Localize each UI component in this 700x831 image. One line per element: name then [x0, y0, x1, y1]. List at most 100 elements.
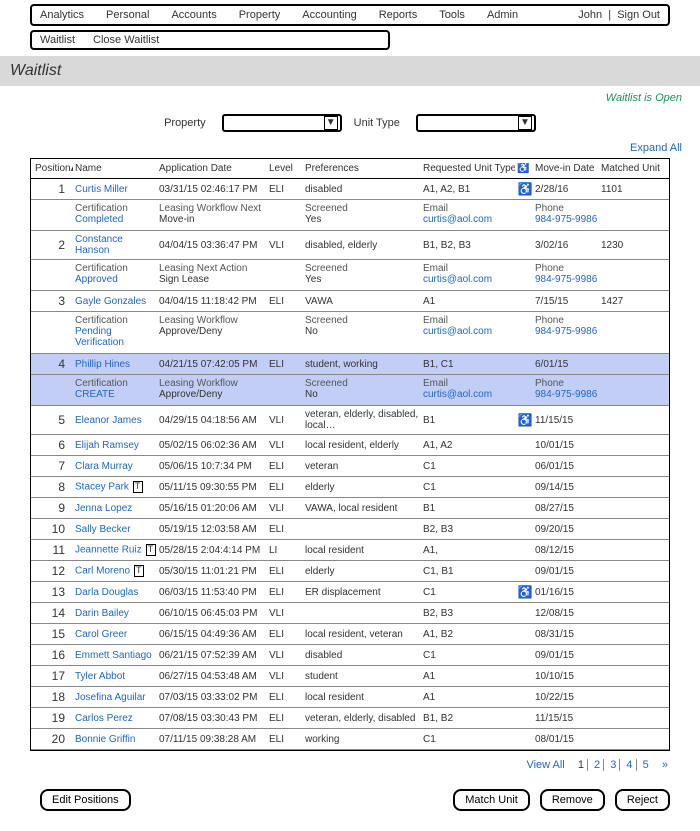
applicant-link[interactable]: Darla Douglas [75, 587, 138, 598]
table-row[interactable]: 10Sally Becker05/19/15 12:03:58 AMELIB2,… [31, 519, 669, 540]
nav-personal[interactable]: Personal [106, 9, 149, 21]
remove-button[interactable]: Remove [540, 789, 605, 811]
applicant-link[interactable]: Tyler Abbot [75, 671, 125, 682]
table-row[interactable]: 1Curtis Miller03/31/15 02:46:17 PMELIdis… [31, 179, 669, 200]
row-level: VLI [269, 650, 303, 661]
match-unit-button[interactable]: Match Unit [453, 789, 530, 811]
nav-analytics[interactable]: Analytics [40, 9, 84, 21]
email-link[interactable]: curtis@aol.com [423, 389, 515, 400]
subnav-waitlist[interactable]: Waitlist [40, 34, 75, 46]
expand-all-link[interactable]: Expand All [630, 142, 682, 154]
table-row[interactable]: 15Carol Greer06/15/15 04:49:36 AMELIloca… [31, 624, 669, 645]
table-row[interactable]: 20Bonnie Griffin07/11/15 09:38:28 AMELIw… [31, 729, 669, 750]
unit-type-select[interactable]: ▼ [416, 114, 536, 132]
wheelchair-icon: ♿ [518, 585, 533, 599]
row-requested-type: A1 [423, 296, 515, 307]
table-row[interactable]: 7Clara Murray05/06/15 10:7:34 PMELIveter… [31, 456, 669, 477]
row-name-cell: Clara Murray [75, 461, 157, 472]
view-all-link[interactable]: View All [526, 759, 564, 771]
table-row[interactable]: 5Eleanor James04/29/15 04:18:56 AMVLIvet… [31, 406, 669, 435]
cert-status-link[interactable]: Completed [75, 214, 157, 225]
table-row[interactable]: 9Jenna Lopez05/16/15 01:20:06 AMVLIVAWA,… [31, 498, 669, 519]
applicant-link[interactable]: Gayle Gonzales [75, 296, 146, 307]
applicant-link[interactable]: Carlos Perez [75, 713, 133, 724]
applicant-link[interactable]: Carol Greer [75, 629, 127, 640]
applicant-link[interactable]: Curtis Miller [75, 184, 128, 195]
applicant-link[interactable]: Bonnie Griffin [75, 734, 135, 745]
col-app-date[interactable]: Application Date [159, 163, 267, 174]
applicant-link[interactable]: Constance Hanson [75, 234, 123, 256]
phone-link[interactable]: 984-975-9986 [535, 389, 661, 400]
applicant-link[interactable]: Eleanor James [75, 415, 142, 426]
nav-property[interactable]: Property [239, 9, 281, 21]
edit-positions-button[interactable]: Edit Positions [40, 789, 131, 811]
applicant-link[interactable]: Stacey Park [75, 482, 129, 493]
leasing-value: Move-in [159, 214, 267, 225]
table-row[interactable]: 6Elijah Ramsey05/02/15 06:02:36 AMVLIloc… [31, 435, 669, 456]
footer-buttons: Edit Positions Match Unit Remove Reject [0, 779, 700, 831]
col-preferences[interactable]: Preferences [305, 163, 421, 174]
cert-status-link[interactable]: Pending Verification [75, 326, 157, 348]
table-row[interactable]: 17Tyler Abbot06/27/15 04:53:48 AMVLIstud… [31, 666, 669, 687]
email-link[interactable]: curtis@aol.com [423, 326, 515, 337]
page-3[interactable]: 3 [610, 759, 616, 771]
note-icon[interactable] [133, 481, 143, 493]
subnav-close-waitlist[interactable]: Close Waitlist [93, 34, 159, 46]
applicant-link[interactable]: Carl Moreno [75, 566, 130, 577]
table-row[interactable]: 8Stacey Park05/11/15 09:30:55 PMELIelder… [31, 477, 669, 498]
row-name-cell: Bonnie Griffin [75, 734, 157, 745]
applicant-link[interactable]: Josefina Aguilar [75, 692, 146, 703]
reject-button[interactable]: Reject [615, 789, 670, 811]
email-link[interactable]: curtis@aol.com [423, 274, 515, 285]
nav-tools[interactable]: Tools [439, 9, 465, 21]
nav-admin[interactable]: Admin [487, 9, 518, 21]
table-row[interactable]: 18Josefina Aguilar07/03/15 03:33:02 PMEL… [31, 687, 669, 708]
phone-link[interactable]: 984-975-9986 [535, 274, 661, 285]
applicant-link[interactable]: Jenna Lopez [75, 503, 132, 514]
nav-reports[interactable]: Reports [379, 9, 418, 21]
nav-accounting[interactable]: Accounting [302, 9, 356, 21]
col-name[interactable]: Name [75, 163, 157, 174]
email-link[interactable]: curtis@aol.com [423, 214, 515, 225]
col-level[interactable]: Level [269, 163, 303, 174]
property-select[interactable]: ▼ [222, 114, 342, 132]
row-position: 20 [35, 732, 73, 746]
table-row[interactable]: 3Gayle Gonzales04/04/15 11:18:42 PMELIVA… [31, 291, 669, 312]
table-row[interactable]: 14Darin Bailey06/10/15 06:45:03 PMVLIB2,… [31, 603, 669, 624]
table-row[interactable]: 19Carlos Perez07/08/15 03:30:43 PMELIvet… [31, 708, 669, 729]
applicant-link[interactable]: Elijah Ramsey [75, 440, 139, 451]
page-1[interactable]: 1 [578, 759, 584, 771]
table-row[interactable]: 13Darla Douglas06/03/15 11:53:40 PMELIER… [31, 582, 669, 603]
table-row[interactable]: 2Constance Hanson04/04/15 03:36:47 PMVLI… [31, 231, 669, 260]
table-row[interactable]: 4Phillip Hines04/21/15 07:42:05 PMELIstu… [31, 354, 669, 375]
cert-status-link[interactable]: Approved [75, 274, 157, 285]
row-movein: 11/15/15 [535, 415, 599, 426]
applicant-link[interactable]: Sally Becker [75, 524, 131, 535]
applicant-link[interactable]: Emmett Santiago [75, 650, 152, 661]
note-icon[interactable] [146, 544, 156, 556]
page-4[interactable]: 4 [626, 759, 632, 771]
page-next[interactable]: » [662, 759, 668, 771]
applicant-link[interactable]: Clara Murray [75, 461, 133, 472]
row-requested-type: B1 [423, 503, 515, 514]
sign-out-link[interactable]: Sign Out [617, 9, 660, 21]
table-row[interactable]: 16Emmett Santiago06/21/15 07:52:39 AMVLI… [31, 645, 669, 666]
page-2[interactable]: 2 [594, 759, 600, 771]
page-5[interactable]: 5 [643, 759, 649, 771]
applicant-link[interactable]: Phillip Hines [75, 359, 130, 370]
applicant-link[interactable]: Jeannette Ruiz [75, 545, 142, 556]
nav-accounts[interactable]: Accounts [171, 9, 216, 21]
row-position: 17 [35, 669, 73, 683]
note-icon[interactable] [134, 565, 144, 577]
col-movein[interactable]: Move-in Date [535, 163, 599, 174]
cert-status-link[interactable]: CREATE [75, 389, 157, 400]
phone-link[interactable]: 984-975-9986 [535, 214, 661, 225]
table-row[interactable]: 12Carl Moreno05/30/15 11:01:21 PMELIelde… [31, 561, 669, 582]
col-position[interactable]: Position▴ [35, 163, 73, 174]
col-requested-type[interactable]: Requested Unit Type [423, 163, 515, 174]
applicant-link[interactable]: Darin Bailey [75, 608, 129, 619]
table-row-expanded: CertificationApprovedLeasing Next Action… [31, 260, 669, 291]
phone-link[interactable]: 984-975-9986 [535, 326, 661, 337]
col-matched[interactable]: Matched Unit [601, 163, 661, 174]
table-row[interactable]: 11Jeannette Ruiz05/28/15 2:04:4:14 PMLIl… [31, 540, 669, 561]
